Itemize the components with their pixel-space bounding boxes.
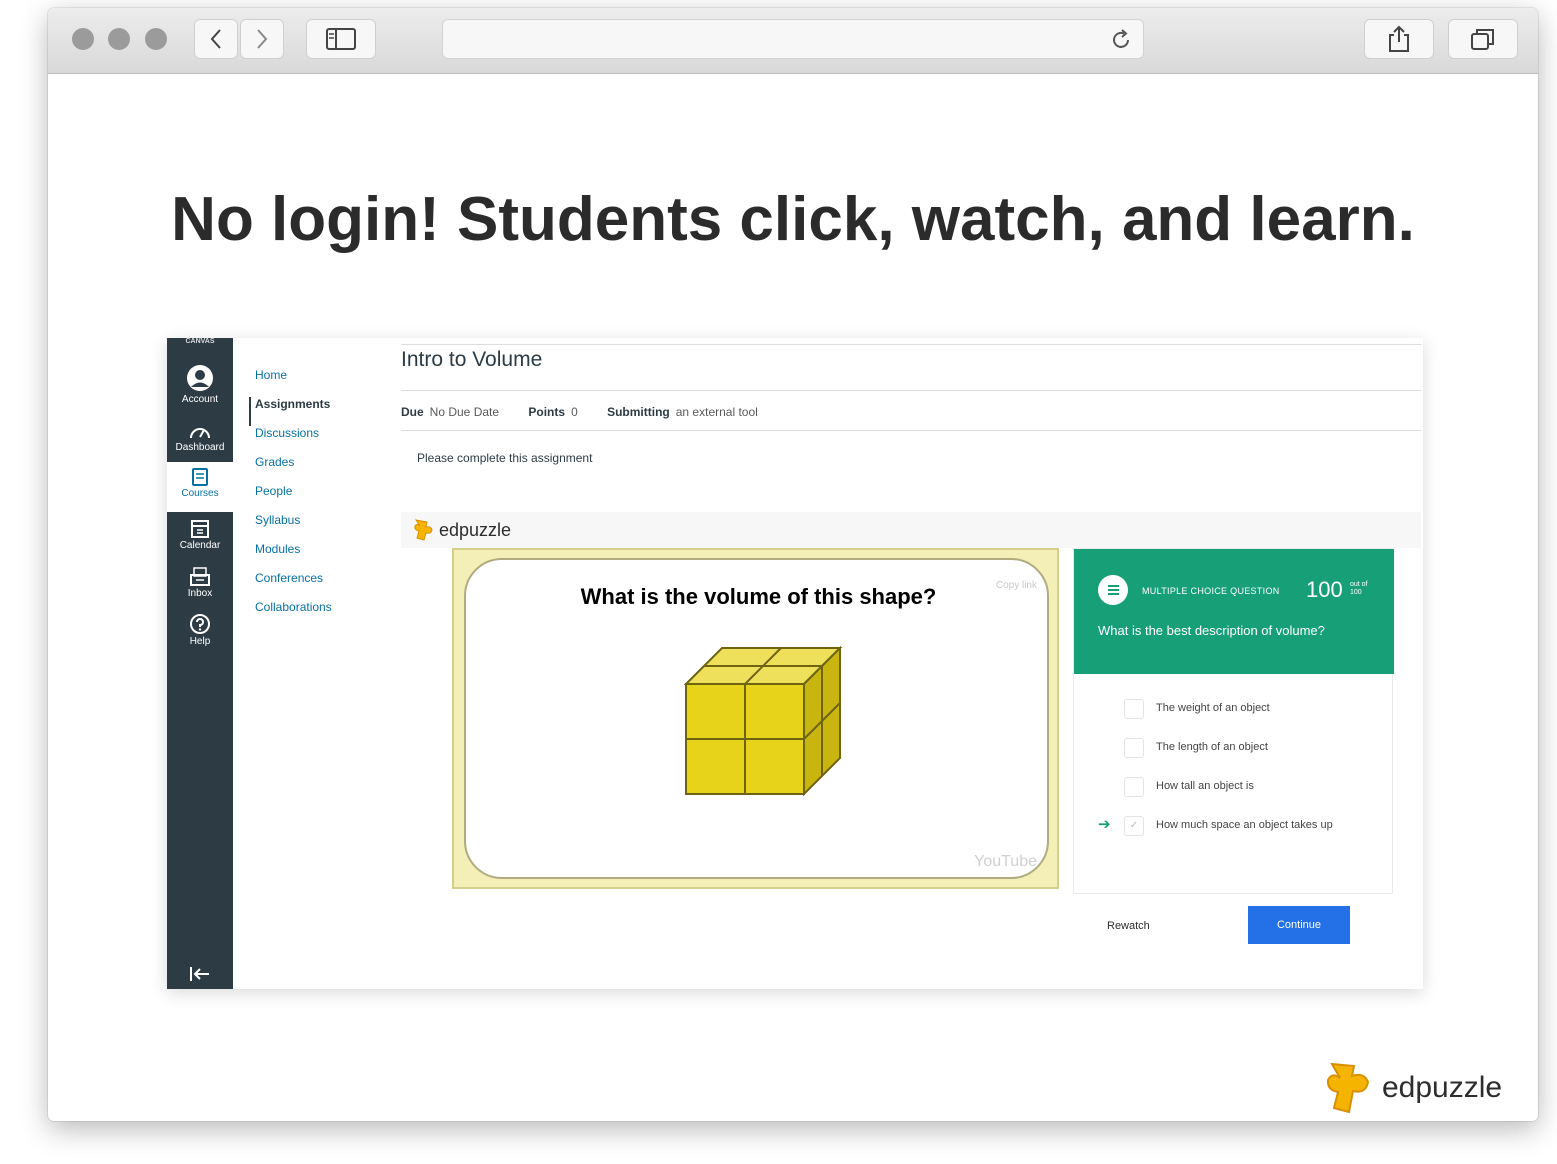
course-nav-people[interactable]: People [255,484,332,513]
edpuzzle-brand: edpuzzle [1324,1060,1502,1116]
answer-label: How tall an object is [1156,780,1254,792]
question-type: MULTIPLE CHOICE QUESTION [1142,586,1280,596]
tabs-icon [1471,29,1494,50]
course-nav-syllabus[interactable]: Syllabus [255,513,332,542]
global-nav-account[interactable]: Account [167,364,233,405]
answer-checkbox-checked[interactable]: ✓ [1124,816,1144,836]
account-icon [187,365,213,391]
arrow-right-icon: ➔ [1098,816,1111,833]
answer-checkbox[interactable] [1124,699,1144,719]
divider [401,390,1421,391]
sidebar-icon [326,28,356,50]
course-nav-grades[interactable]: Grades [255,455,332,484]
global-nav-label: Courses [181,488,219,499]
close-window-button[interactable] [72,28,94,50]
yellow-cube-image [684,645,843,797]
back-button[interactable] [194,19,238,59]
assignment-details: Due No Due Date Points 0 Submitting an exte… [401,405,784,419]
youtube-watermark: YouTube [974,853,1037,870]
edpuzzle-brand-text: edpuzzle [1382,1071,1503,1104]
browser-toolbar [48,8,1538,74]
global-nav-label: Inbox [187,588,213,599]
canvas-screenshot: CANVAS Account Dashboard Courses Calenda… [167,338,1423,989]
answer-label: The length of an object [1156,741,1268,753]
tabs-button[interactable] [1448,19,1518,59]
global-nav-help[interactable]: Help [167,614,233,647]
answer-checkbox[interactable] [1124,777,1144,797]
answer-label: The weight of an object [1156,702,1270,714]
course-nav: Home Assignments Discussions Grades Peop… [249,368,332,629]
course-nav-assignments[interactable]: Assignments [249,397,332,426]
answer-checkbox[interactable] [1124,738,1144,758]
due-value: No Due Date [429,405,500,419]
global-nav-dashboard[interactable]: Dashboard [167,422,233,453]
browser-window: No login! Students click, watch, and lea… [48,8,1538,1121]
question-header: MULTIPLE CHOICE QUESTION 100 out of 100 … [1074,549,1394,674]
assignment-instructions: Please complete this assignment [417,451,593,465]
calendar-icon [191,520,209,538]
minimize-window-button[interactable] [108,28,130,50]
edpuzzle-logo-text: edpuzzle [439,519,512,540]
question-card: MULTIPLE CHOICE QUESTION 100 out of 100 … [1073,548,1394,894]
global-nav-label: Calendar [179,540,221,551]
edpuzzle-logo-icon [414,519,433,541]
chevron-left-icon [210,29,221,49]
zoom-window-button[interactable] [145,28,167,50]
answer-option[interactable]: The length of an object [1098,736,1388,760]
course-nav-collaborations[interactable]: Collaborations [255,600,332,629]
inbox-icon [190,567,210,586]
global-nav-inbox[interactable]: Inbox [167,566,233,599]
edpuzzle-embed-header: edpuzzle [401,512,1421,548]
edpuzzle-logo-icon [1326,1062,1370,1114]
course-nav-home[interactable]: Home [255,368,332,397]
reload-icon[interactable] [1109,28,1133,52]
address-bar[interactable] [442,19,1144,59]
divider [401,344,1421,345]
assignment-title: Intro to Volume [401,348,543,371]
copy-link[interactable]: Copy link [996,580,1037,591]
help-icon [190,614,210,634]
list-icon [1098,575,1128,605]
due-label: Due [401,405,424,419]
course-nav-modules[interactable]: Modules [255,542,332,571]
canvas-global-nav: CANVAS Account Dashboard Courses Calenda… [167,338,233,989]
question-points-suffix: out of 100 [1350,581,1368,596]
courses-icon [192,468,208,486]
answer-label: How much space an object takes up [1156,819,1333,831]
global-nav-courses[interactable]: Courses [167,462,233,512]
dashboard-icon [190,428,210,439]
video-player[interactable]: What is the volume of this shape? Copy l… [452,548,1059,889]
question-points: 100 [1306,577,1343,602]
course-nav-discussions[interactable]: Discussions [255,426,332,455]
global-nav-label: Dashboard [175,442,225,453]
sidebar-toggle-button[interactable] [306,19,376,59]
points-label: Points [528,405,566,419]
share-button[interactable] [1364,19,1434,59]
submitting-value: an external tool [675,405,758,419]
answer-option[interactable]: The weight of an object [1098,697,1388,721]
divider [401,430,1421,431]
canvas-logo: CANVAS [185,338,215,345]
share-icon [1389,25,1409,52]
answer-option[interactable]: How tall an object is [1098,775,1388,799]
rewatch-button[interactable]: Rewatch [1107,920,1150,932]
submitting-label: Submitting [607,405,670,419]
video-frame: What is the volume of this shape? Copy l… [464,558,1049,879]
global-nav-calendar[interactable]: Calendar [167,518,233,551]
course-nav-conferences[interactable]: Conferences [255,571,332,600]
forward-button[interactable] [240,19,284,59]
chevron-right-icon [257,29,268,49]
global-nav-label: Account [181,394,219,405]
slide-headline: No login! Students click, watch, and lea… [171,185,1415,254]
video-question: What is the volume of this shape? [580,584,937,609]
global-nav-label: Help [189,636,211,647]
points-value: 0 [571,405,578,419]
question-text: What is the best description of volume? [1098,623,1325,638]
collapse-nav-icon[interactable] [189,966,211,982]
continue-button[interactable]: Continue [1248,906,1350,944]
answer-option-selected[interactable]: ➔ ✓ How much space an object takes up [1098,814,1388,838]
